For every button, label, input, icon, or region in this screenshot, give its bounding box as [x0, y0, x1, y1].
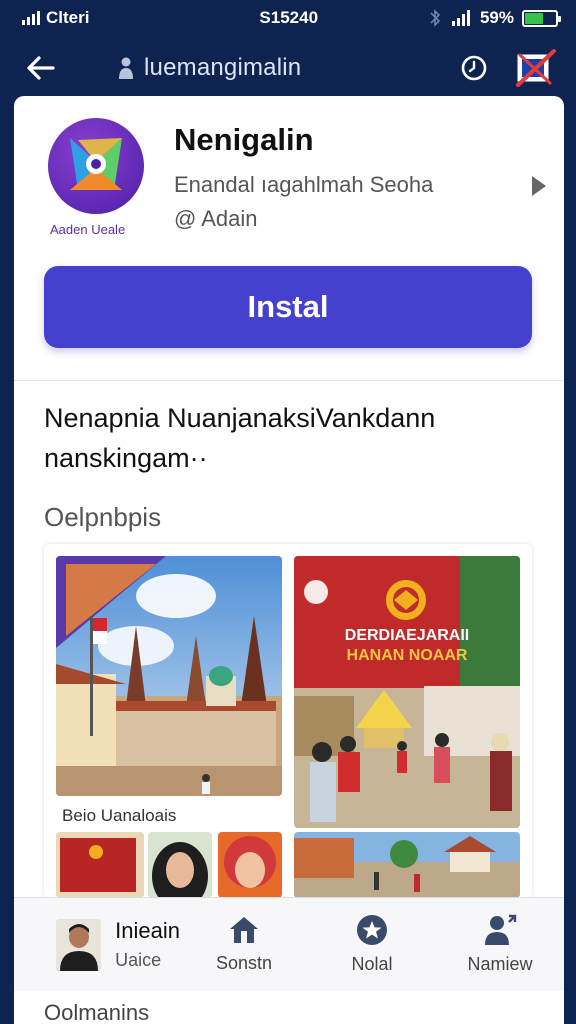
battery-fill	[525, 12, 543, 24]
avatar-image	[56, 918, 102, 971]
footer-peek-text: Oolmanins	[44, 1000, 150, 1024]
nav-label-home: Sonstn	[215, 953, 273, 973]
banner-line-2: HANAN NOAAR	[347, 647, 468, 664]
app-logo-graphic	[70, 138, 122, 190]
divider	[14, 380, 564, 381]
nav-profile[interactable]: Inieain Uaice	[14, 898, 180, 991]
profile-name: Inieain	[115, 918, 180, 943]
app-developer[interactable]: @ Adain	[174, 206, 258, 232]
battery-icon	[522, 9, 561, 27]
app-description: Nenapnia NuanjanaksiVankdann nanskingam·…	[44, 398, 544, 478]
nav-label-star: Nolal	[351, 954, 393, 974]
screenshot-portrait-1[interactable]	[148, 832, 212, 898]
description-line-1: Nenapnia NuanjanaksiVankdann	[44, 403, 436, 433]
chevron-right-icon[interactable]	[530, 174, 548, 198]
app-logo	[48, 118, 144, 214]
profile-sub: Uaice	[115, 950, 162, 970]
bluetooth-icon	[430, 9, 441, 27]
status-right: 59%	[428, 8, 561, 28]
banner-line-1: DERDIAEJARAII	[345, 627, 469, 644]
avatar	[56, 918, 102, 971]
bottom-nav: Inieain Uaice Sonstn Nolal Namiew	[14, 897, 564, 991]
signal-icon	[22, 11, 40, 25]
carrier-label: Clteri	[46, 8, 90, 27]
screenshot-portrait-2[interactable]	[218, 832, 282, 898]
status-bar: Clteri S15240 59%	[0, 0, 576, 36]
screenshot-gallery[interactable]: DERDIAEJARAII HANAN NOAAR Beio Uanaloais	[44, 544, 532, 898]
banner-small-image	[56, 832, 144, 898]
nav-label-profile: Namiew	[467, 954, 533, 974]
portrait-2-image	[218, 832, 282, 898]
nav-item-home[interactable]: Sonstn	[180, 898, 308, 991]
screenshot-ceremony[interactable]: DERDIAEJARAII HANAN NOAAR	[294, 556, 520, 828]
screenshots-heading: Oelpnbpis	[44, 502, 162, 532]
app-detail-sheet: Aaden Ueale Nenigalin Enandal ıagahlmah …	[14, 96, 564, 1024]
install-button[interactable]: Instal	[44, 266, 532, 348]
battery-percent: 59%	[479, 8, 514, 27]
app-title: Nenigalin	[174, 122, 314, 157]
person-icon	[119, 57, 133, 79]
street-scene-image	[294, 832, 520, 898]
back-button[interactable]	[20, 48, 60, 88]
screenshot-temples[interactable]	[56, 556, 282, 796]
person-icon	[485, 914, 517, 945]
nav-item-star[interactable]: Nolal	[308, 898, 436, 991]
back-arrow-icon	[27, 56, 55, 80]
star-icon	[357, 915, 387, 945]
nav-profile-text: Inieain Uaice	[115, 918, 180, 971]
search-text: luemangimalin	[144, 54, 302, 81]
status-time: S15240	[259, 8, 319, 27]
screenshot-banner-small[interactable]	[56, 832, 144, 898]
search-field[interactable]: luemangimalin	[118, 46, 378, 90]
home-icon	[230, 917, 258, 943]
wifi-signal-icon	[451, 10, 470, 26]
description-line-2: nanskingam··	[44, 443, 208, 473]
status-left: Clteri	[22, 8, 89, 28]
clock-icon[interactable]	[460, 54, 488, 82]
top-actions	[460, 49, 556, 87]
ceremony-scene-image: DERDIAEJARAII HANAN NOAAR	[294, 556, 520, 828]
temple-scene-image	[56, 556, 282, 796]
screenshot-caption: Beio Uanaloais	[62, 806, 177, 825]
portrait-1-image	[148, 832, 212, 898]
screenshot-street[interactable]	[294, 832, 520, 898]
top-bar: luemangimalin	[0, 36, 576, 100]
app-logo-caption: Aaden Ueale	[50, 222, 126, 237]
app-subtitle: Enandal ıagahlmah Seoha	[174, 172, 434, 197]
flag-off-icon[interactable]	[514, 49, 556, 87]
nav-item-profile[interactable]: Namiew	[436, 898, 564, 991]
app-header: Aaden Ueale Nenigalin Enandal ıagahlmah …	[48, 118, 548, 258]
